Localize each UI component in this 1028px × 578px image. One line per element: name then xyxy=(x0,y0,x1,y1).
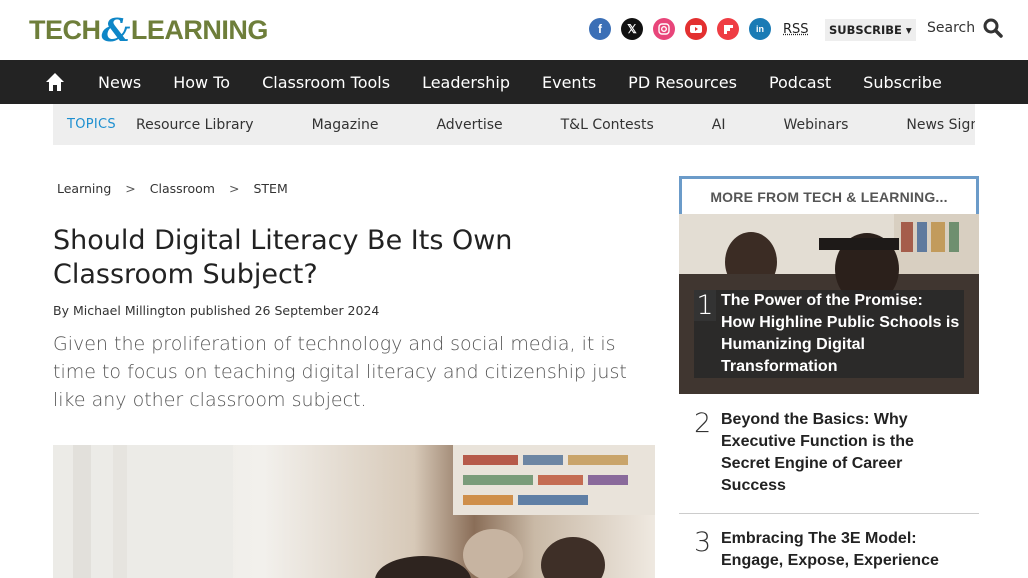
article-hero-image xyxy=(53,445,655,578)
sidebar-item-title: Beyond the Basics: Why Executive Functio… xyxy=(721,411,914,494)
article-byline: By Michael Millington published 26 Septe… xyxy=(53,303,379,318)
facebook-icon[interactable]: f xyxy=(589,18,611,40)
article-lede: Given the proliferation of technology an… xyxy=(53,333,627,411)
subscribe-dropdown-button[interactable]: SUBSCRIBE ▾ xyxy=(825,19,916,41)
breadcrumb-separator: > xyxy=(229,181,240,196)
topic-advertise[interactable]: Advertise xyxy=(436,117,502,133)
nav-item-events[interactable]: Events xyxy=(526,73,612,92)
youtube-icon[interactable] xyxy=(685,18,707,40)
topic-magazine[interactable]: Magazine xyxy=(312,117,379,133)
site-logo[interactable]: TECH & LEARNING xyxy=(29,11,269,49)
breadcrumb: Learning > Classroom > STEM xyxy=(57,181,288,196)
article-title: Should Digital Literacy Be Its Own Class… xyxy=(53,225,513,290)
logo-text-tech: TECH xyxy=(29,14,101,45)
nav-item-subscribe[interactable]: Subscribe xyxy=(847,73,958,92)
nav-item-how-to[interactable]: How To xyxy=(157,73,246,92)
home-icon[interactable] xyxy=(45,72,65,92)
rss-link[interactable]: RSS xyxy=(783,22,809,37)
search-icon xyxy=(983,18,1003,38)
sidebar-heading: MORE FROM TECH & LEARNING... xyxy=(679,176,979,214)
sidebar-divider xyxy=(679,513,979,514)
breadcrumb-separator: > xyxy=(125,181,136,196)
site-header: TECH & LEARNING f 𝕏 in RSS SUBSCRIBE ▾ S… xyxy=(0,0,1028,60)
topic-tl-contests[interactable]: T&L Contests xyxy=(561,117,654,133)
sidebar-item-title: Embracing The 3E Model: Engage, Expose, … xyxy=(721,530,939,569)
linkedin-icon[interactable]: in xyxy=(749,18,771,40)
sidebar-item-2[interactable]: 2 Beyond the Basics: Why Executive Funct… xyxy=(679,408,979,508)
breadcrumb-stem[interactable]: STEM xyxy=(253,181,287,196)
flipboard-icon[interactable] xyxy=(717,18,739,40)
search-button[interactable]: Search xyxy=(927,18,1003,38)
topics-label: TOPICS xyxy=(67,117,116,132)
logo-ampersand: & xyxy=(101,11,131,49)
nav-item-podcast[interactable]: Podcast xyxy=(753,73,847,92)
nav-item-classroom-tools[interactable]: Classroom Tools xyxy=(246,73,406,92)
topic-webinars[interactable]: Webinars xyxy=(783,117,848,133)
sidebar-item-3[interactable]: 3 Embracing The 3E Model: Engage, Expose… xyxy=(679,527,979,578)
logo-text-learning: LEARNING xyxy=(130,14,269,45)
breadcrumb-learning[interactable]: Learning xyxy=(57,181,111,196)
sidebar-item-number: 2 xyxy=(694,408,712,439)
published-prefix: published xyxy=(189,303,251,318)
byline-prefix: By xyxy=(53,303,69,318)
nav-item-leadership[interactable]: Leadership xyxy=(406,73,526,92)
nav-item-news[interactable]: News xyxy=(82,73,157,92)
search-label: Search xyxy=(927,20,976,36)
hero-illustration xyxy=(53,445,655,578)
topic-news-sign[interactable]: News Sign xyxy=(906,117,975,133)
sidebar-item-number: 1 xyxy=(694,290,716,321)
topic-ai[interactable]: AI xyxy=(712,117,726,133)
breadcrumb-classroom[interactable]: Classroom xyxy=(150,181,215,196)
x-twitter-icon[interactable]: 𝕏 xyxy=(621,18,643,40)
sidebar-item-1[interactable]: 1 The Power of the Promise: How Highline… xyxy=(694,290,964,378)
topics-bar: TOPICS Resource Library Magazine Adverti… xyxy=(53,104,975,145)
main-navigation: News How To Classroom Tools Leadership E… xyxy=(0,60,1028,104)
nav-item-pd-resources[interactable]: PD Resources xyxy=(612,73,753,92)
sidebar-item-title: The Power of the Promise: How Highline P… xyxy=(721,292,960,375)
sidebar-item-number: 3 xyxy=(694,527,712,558)
social-links: f 𝕏 in RSS xyxy=(589,18,809,40)
topic-resource-library[interactable]: Resource Library xyxy=(136,117,254,133)
instagram-icon[interactable] xyxy=(653,18,675,40)
author-link[interactable]: Michael Millington xyxy=(73,303,186,318)
publish-date: 26 September 2024 xyxy=(254,303,380,318)
nav-items: News How To Classroom Tools Leadership E… xyxy=(82,60,958,104)
